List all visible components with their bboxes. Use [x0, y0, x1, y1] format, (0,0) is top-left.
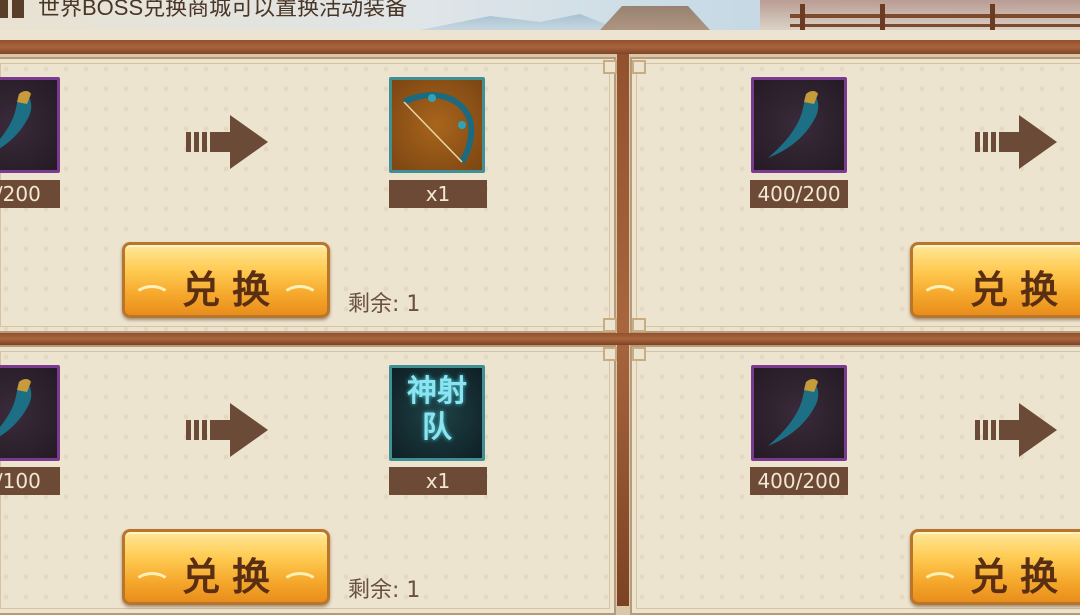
- mountain-decoration: [420, 14, 620, 30]
- cost-count: 400/200: [750, 467, 848, 495]
- bow-icon: [402, 92, 475, 164]
- banner-title: 世界BOSS兑换商城可以置换活动装备: [38, 0, 408, 20]
- exchange-button[interactable]: 兑换: [910, 529, 1080, 605]
- roof-decoration: [600, 6, 710, 30]
- reward-count: x1: [389, 180, 487, 208]
- top-banner: 世界BOSS兑换商城可以置换活动装备: [0, 0, 1080, 30]
- button-swirl-decoration: [133, 572, 171, 598]
- exchange-arrow-icon: [186, 403, 268, 457]
- railing-post: [880, 4, 885, 30]
- title-marker-icon: [0, 0, 24, 18]
- railing-decoration: [790, 14, 1080, 18]
- horn-icon: [768, 379, 819, 446]
- corner-ornament: [603, 347, 617, 361]
- exchange-button[interactable]: 兑换: [910, 242, 1080, 318]
- team-emblem-text: 神射队: [407, 374, 467, 445]
- reward-count: x1: [389, 467, 487, 495]
- button-swirl-decoration: [921, 285, 959, 311]
- row-separator: [0, 333, 1080, 345]
- corner-ornament: [632, 60, 646, 74]
- frame-bar: [0, 40, 1080, 54]
- corner-ornament: [632, 347, 646, 361]
- corner-ornament: [603, 60, 617, 74]
- cost-item-slot[interactable]: [0, 77, 60, 173]
- exchange-arrow-icon: [975, 403, 1057, 457]
- remaining-count: 剩余: 1: [348, 578, 421, 603]
- button-swirl-decoration: [921, 572, 959, 598]
- cost-item-slot[interactable]: [751, 77, 847, 173]
- horn-icon: [0, 91, 32, 149]
- button-swirl-decoration: [281, 572, 319, 598]
- corner-ornament: [632, 318, 646, 332]
- reward-item-slot[interactable]: 神射队: [389, 365, 485, 461]
- cost-count: 0/200: [0, 180, 60, 208]
- remaining-count: 剩余: 1: [348, 292, 421, 317]
- cost-item-slot[interactable]: [751, 365, 847, 461]
- corner-ornament: [603, 318, 617, 332]
- frame-top: [0, 30, 1080, 40]
- cost-count: 0/100: [0, 467, 60, 495]
- button-swirl-decoration: [281, 285, 319, 311]
- reward-item-slot[interactable]: [389, 77, 485, 173]
- railing-post: [990, 4, 995, 30]
- horn-icon: [0, 379, 32, 437]
- column-separator: [617, 54, 629, 606]
- exchange-button[interactable]: 兑换: [122, 529, 330, 605]
- button-swirl-decoration: [133, 285, 171, 311]
- cost-item-slot[interactable]: [0, 365, 60, 461]
- exchange-button[interactable]: 兑换: [122, 242, 330, 318]
- railing-post: [800, 4, 805, 30]
- exchange-arrow-icon: [975, 115, 1057, 169]
- railing-decoration-lower: [790, 24, 1080, 27]
- cost-count: 400/200: [750, 180, 848, 208]
- exchange-arrow-icon: [186, 115, 268, 169]
- horn-icon: [768, 91, 819, 158]
